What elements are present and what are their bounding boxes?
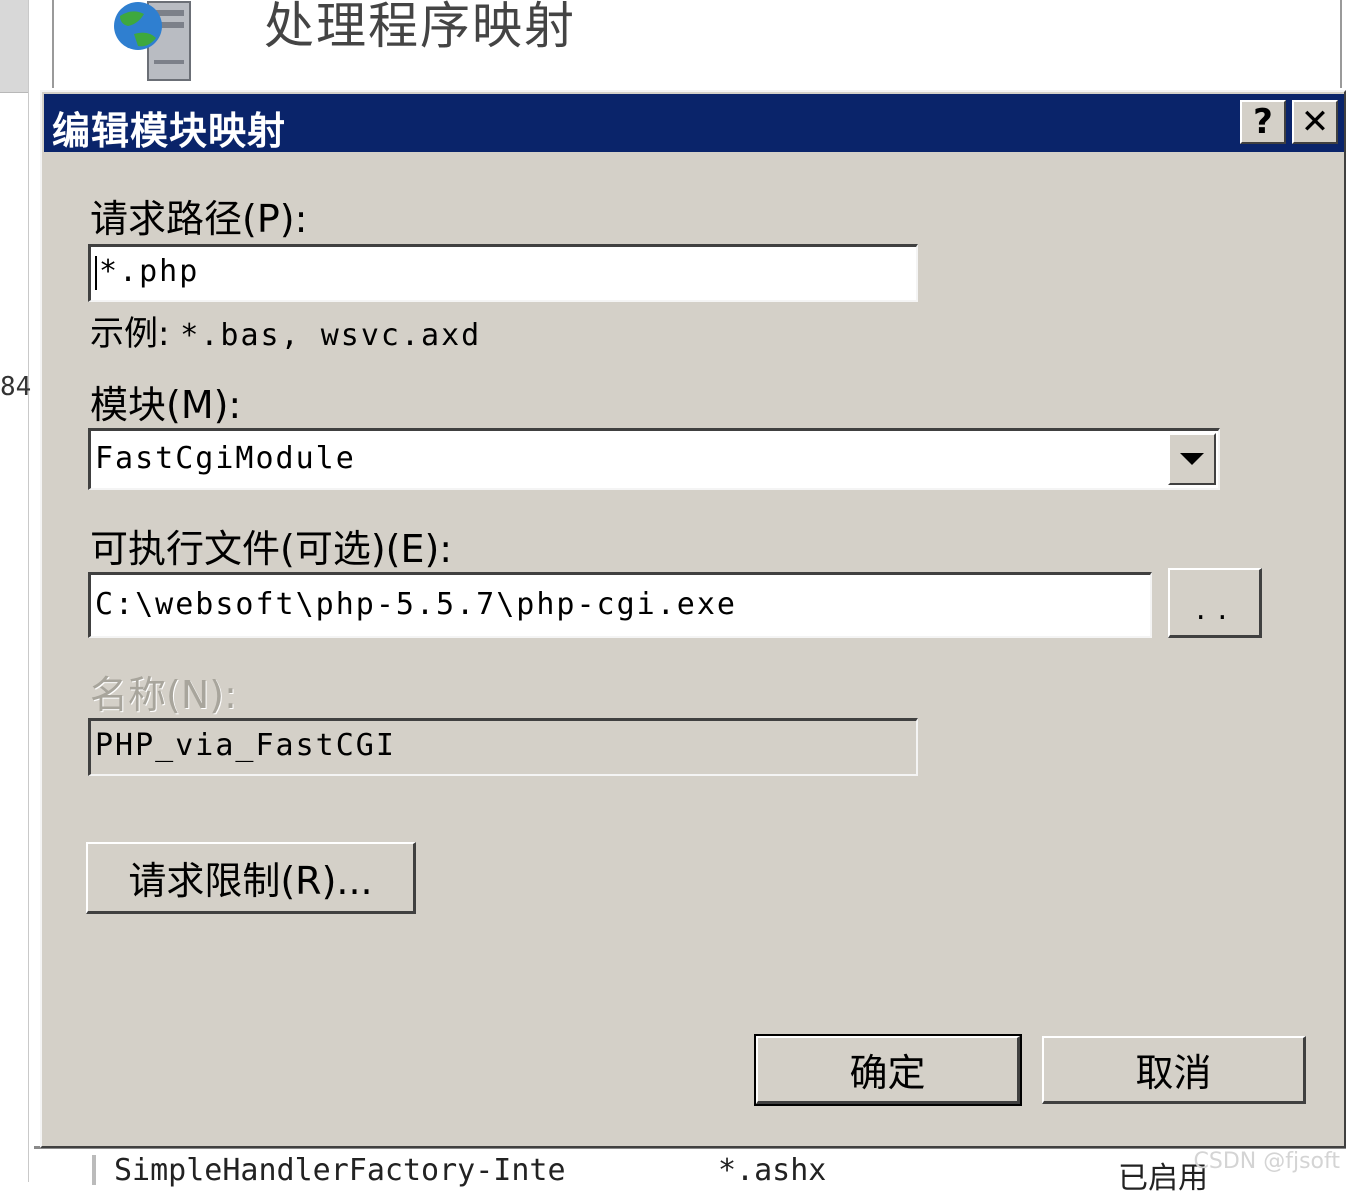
executable-label: 可执行文件(可选)(E): xyxy=(90,527,453,571)
name-input: PHP_via_FastCGI xyxy=(88,718,918,776)
request-path-example: 示例: *.bas, wsvc.axd xyxy=(90,306,481,355)
name-value: PHP_via_FastCGI xyxy=(95,728,396,763)
executable-input[interactable]: C:\websoft\php-5.5.7\php-cgi.exe xyxy=(88,572,1152,638)
module-label: 模块(M): xyxy=(90,383,242,427)
dialog-title: 编辑模块映射 xyxy=(52,109,287,153)
feature-header: 处理程序映射 xyxy=(52,0,1342,88)
example-value: *.bas, wsvc.axd xyxy=(180,318,482,353)
text-caret xyxy=(95,255,97,290)
navigation-pane-edge xyxy=(0,0,29,1182)
browse-button[interactable]: .. xyxy=(1168,568,1262,638)
name-label: 名称(N): xyxy=(90,673,237,717)
close-button[interactable]: ✕ xyxy=(1292,100,1338,144)
close-icon: ✕ xyxy=(1300,102,1330,142)
cancel-label: 取消 xyxy=(1135,1051,1212,1095)
ok-label: 确定 xyxy=(849,1051,926,1095)
cancel-button[interactable]: 取消 xyxy=(1042,1036,1306,1104)
request-path-value: *.php xyxy=(99,254,200,289)
module-value: FastCgiModule xyxy=(95,441,356,476)
row-edge xyxy=(92,1155,96,1185)
feature-title: 处理程序映射 xyxy=(264,0,576,55)
side-number: 84 xyxy=(0,372,32,402)
example-label: 示例: xyxy=(90,314,170,354)
handler-list-row[interactable]: SimpleHandlerFactory-Inte *.ashx 已启用 xyxy=(34,1146,1346,1196)
ok-button[interactable]: 确定 xyxy=(754,1034,1022,1106)
module-dropdown[interactable]: FastCgiModule xyxy=(88,428,1220,490)
browse-label: .. xyxy=(1192,595,1237,626)
help-button[interactable]: ? xyxy=(1240,100,1286,144)
request-restrictions-button[interactable]: 请求限制(R)... xyxy=(86,842,416,914)
request-path-input[interactable]: *.php xyxy=(88,244,918,302)
chevron-down-icon xyxy=(1180,453,1204,465)
executable-value: C:\websoft\php-5.5.7\php-cgi.exe xyxy=(95,587,737,622)
request-path-label: 请求路径(P): xyxy=(90,197,308,241)
navigation-pane-toolbar xyxy=(0,0,28,93)
server-globe-icon xyxy=(98,0,206,82)
row-path-cell: *.ashx xyxy=(718,1153,827,1188)
dropdown-arrow-button[interactable] xyxy=(1168,433,1216,485)
watermark: CSDN @fjsoft xyxy=(1193,1149,1340,1174)
edit-module-mapping-dialog: 编辑模块映射 ? ✕ 请求路径(P): *.php 示例: *.bas, wsv… xyxy=(40,90,1346,1148)
request-restrictions-label: 请求限制(R)... xyxy=(128,859,373,903)
dialog-titlebar[interactable]: 编辑模块映射 ? ✕ xyxy=(44,94,1344,153)
row-name-cell: SimpleHandlerFactory-Inte xyxy=(114,1153,566,1188)
